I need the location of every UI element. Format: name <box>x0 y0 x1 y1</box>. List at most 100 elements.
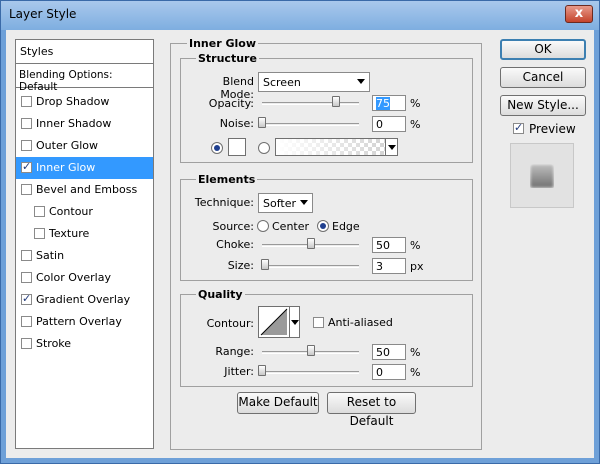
style-item[interactable]: Contour <box>16 201 153 223</box>
range-slider-thumb[interactable] <box>307 345 315 356</box>
noise-slider-thumb[interactable] <box>258 117 266 128</box>
style-item-checkbox[interactable] <box>21 118 32 129</box>
quality-title: Quality <box>196 288 245 301</box>
noise-input[interactable]: 0 <box>372 116 406 132</box>
style-item-label: Pattern Overlay <box>36 315 122 328</box>
style-item-label: Texture <box>49 227 90 240</box>
technique-select[interactable]: Softer <box>258 193 313 213</box>
style-item[interactable]: Color Overlay <box>16 267 153 289</box>
style-item-label: Inner Glow <box>36 161 96 174</box>
style-item[interactable]: Outer Glow <box>16 135 153 157</box>
chevron-down-icon <box>300 200 308 205</box>
style-item[interactable]: Texture <box>16 223 153 245</box>
elements-title: Elements <box>196 173 258 186</box>
blend-mode-value: Screen <box>263 76 301 89</box>
opacity-value: 75 <box>376 97 390 110</box>
style-item-checkbox[interactable] <box>21 140 32 151</box>
jitter-unit: % <box>410 366 421 379</box>
choke-value: 50 <box>376 239 390 252</box>
style-item-label: Drop Shadow <box>36 95 110 108</box>
source-label: Source: <box>212 220 255 233</box>
contour-label: Contour: <box>206 317 254 330</box>
glow-color-swatch[interactable] <box>228 138 246 156</box>
chevron-down-icon <box>289 307 299 337</box>
style-item[interactable]: Satin <box>16 245 153 267</box>
style-item[interactable]: Inner Shadow <box>16 113 153 135</box>
style-item-checkbox[interactable] <box>21 292 32 305</box>
source-center-label: Center <box>272 220 310 233</box>
choke-unit: % <box>410 239 421 252</box>
preview-square <box>530 164 554 188</box>
source-edge-label: Edge <box>332 220 360 233</box>
style-item-checkbox[interactable] <box>21 96 32 107</box>
style-item-checkbox[interactable] <box>21 272 32 283</box>
contour-preview-icon <box>260 308 288 336</box>
ok-button[interactable]: OK <box>500 39 586 60</box>
anti-aliased-checkbox[interactable] <box>313 317 324 328</box>
style-item-checkbox[interactable] <box>21 338 32 349</box>
jitter-input[interactable]: 0 <box>372 364 406 380</box>
blend-mode-select[interactable]: Screen <box>258 72 370 92</box>
source-edge-radio[interactable] <box>317 220 329 232</box>
size-unit: px <box>410 260 424 273</box>
style-item-checkbox[interactable] <box>34 228 45 239</box>
opacity-slider-thumb[interactable] <box>332 96 340 107</box>
style-item[interactable]: Inner Glow <box>16 157 153 179</box>
opacity-input[interactable]: 75 <box>372 95 406 111</box>
choke-input[interactable]: 50 <box>372 237 406 253</box>
solid-color-radio[interactable] <box>211 142 223 154</box>
chevron-down-icon <box>385 139 397 155</box>
size-slider-thumb[interactable] <box>261 259 269 270</box>
style-item-label: Inner Shadow <box>36 117 112 130</box>
style-item-checkbox[interactable] <box>21 160 32 173</box>
gradient-picker[interactable] <box>275 138 398 156</box>
range-label: Range: <box>215 345 254 358</box>
range-value: 50 <box>376 346 390 359</box>
choke-slider-thumb[interactable] <box>307 238 315 249</box>
range-input[interactable]: 50 <box>372 344 406 360</box>
close-icon: x <box>574 6 584 21</box>
technique-value: Softer <box>263 197 296 210</box>
make-default-button[interactable]: Make Default <box>237 392 319 414</box>
size-slider[interactable] <box>262 265 359 268</box>
title-bar[interactable]: Layer Style x <box>1 1 599 30</box>
preview-checkbox[interactable] <box>513 121 524 134</box>
opacity-label: Opacity: <box>208 97 254 110</box>
close-button[interactable]: x <box>565 5 593 23</box>
styles-list: Styles Blending Options: Default Drop Sh… <box>15 39 154 449</box>
opacity-slider[interactable] <box>262 102 359 105</box>
style-item-checkbox[interactable] <box>21 316 32 327</box>
noise-slider[interactable] <box>262 123 359 126</box>
style-item[interactable]: Pattern Overlay <box>16 311 153 333</box>
style-item-checkbox[interactable] <box>21 250 32 261</box>
size-input[interactable]: 3 <box>372 258 406 274</box>
cancel-button[interactable]: Cancel <box>500 67 586 88</box>
chevron-down-icon <box>357 79 365 84</box>
reset-to-default-button[interactable]: Reset to Default <box>327 392 416 428</box>
range-unit: % <box>410 346 421 359</box>
jitter-slider-thumb[interactable] <box>258 365 266 376</box>
style-item-checkbox[interactable] <box>21 184 32 195</box>
jitter-value: 0 <box>376 366 383 379</box>
style-item-checkbox[interactable] <box>34 206 45 217</box>
new-style-button[interactable]: New Style... <box>500 95 586 116</box>
style-item[interactable]: Drop Shadow <box>16 91 153 113</box>
style-preview-thumbnail <box>510 143 574 208</box>
style-item-label: Satin <box>36 249 65 262</box>
gradient-radio[interactable] <box>258 142 270 154</box>
size-label: Size: <box>227 259 254 272</box>
styles-header[interactable]: Styles <box>16 40 153 64</box>
anti-aliased-label: Anti-aliased <box>328 316 393 329</box>
blending-options-item[interactable]: Blending Options: Default <box>16 64 153 93</box>
style-item[interactable]: Gradient Overlay <box>16 289 153 311</box>
source-center-radio[interactable] <box>257 220 269 232</box>
contour-picker[interactable] <box>258 306 300 338</box>
jitter-slider[interactable] <box>262 371 359 374</box>
style-item-label: Gradient Overlay <box>36 293 131 306</box>
style-item-label: Color Overlay <box>36 271 111 284</box>
style-item[interactable]: Bevel and Emboss <box>16 179 153 201</box>
structure-title: Structure <box>196 52 259 65</box>
style-item[interactable]: Stroke <box>16 333 153 355</box>
style-item-label: Contour <box>49 205 93 218</box>
size-value: 3 <box>376 260 383 273</box>
